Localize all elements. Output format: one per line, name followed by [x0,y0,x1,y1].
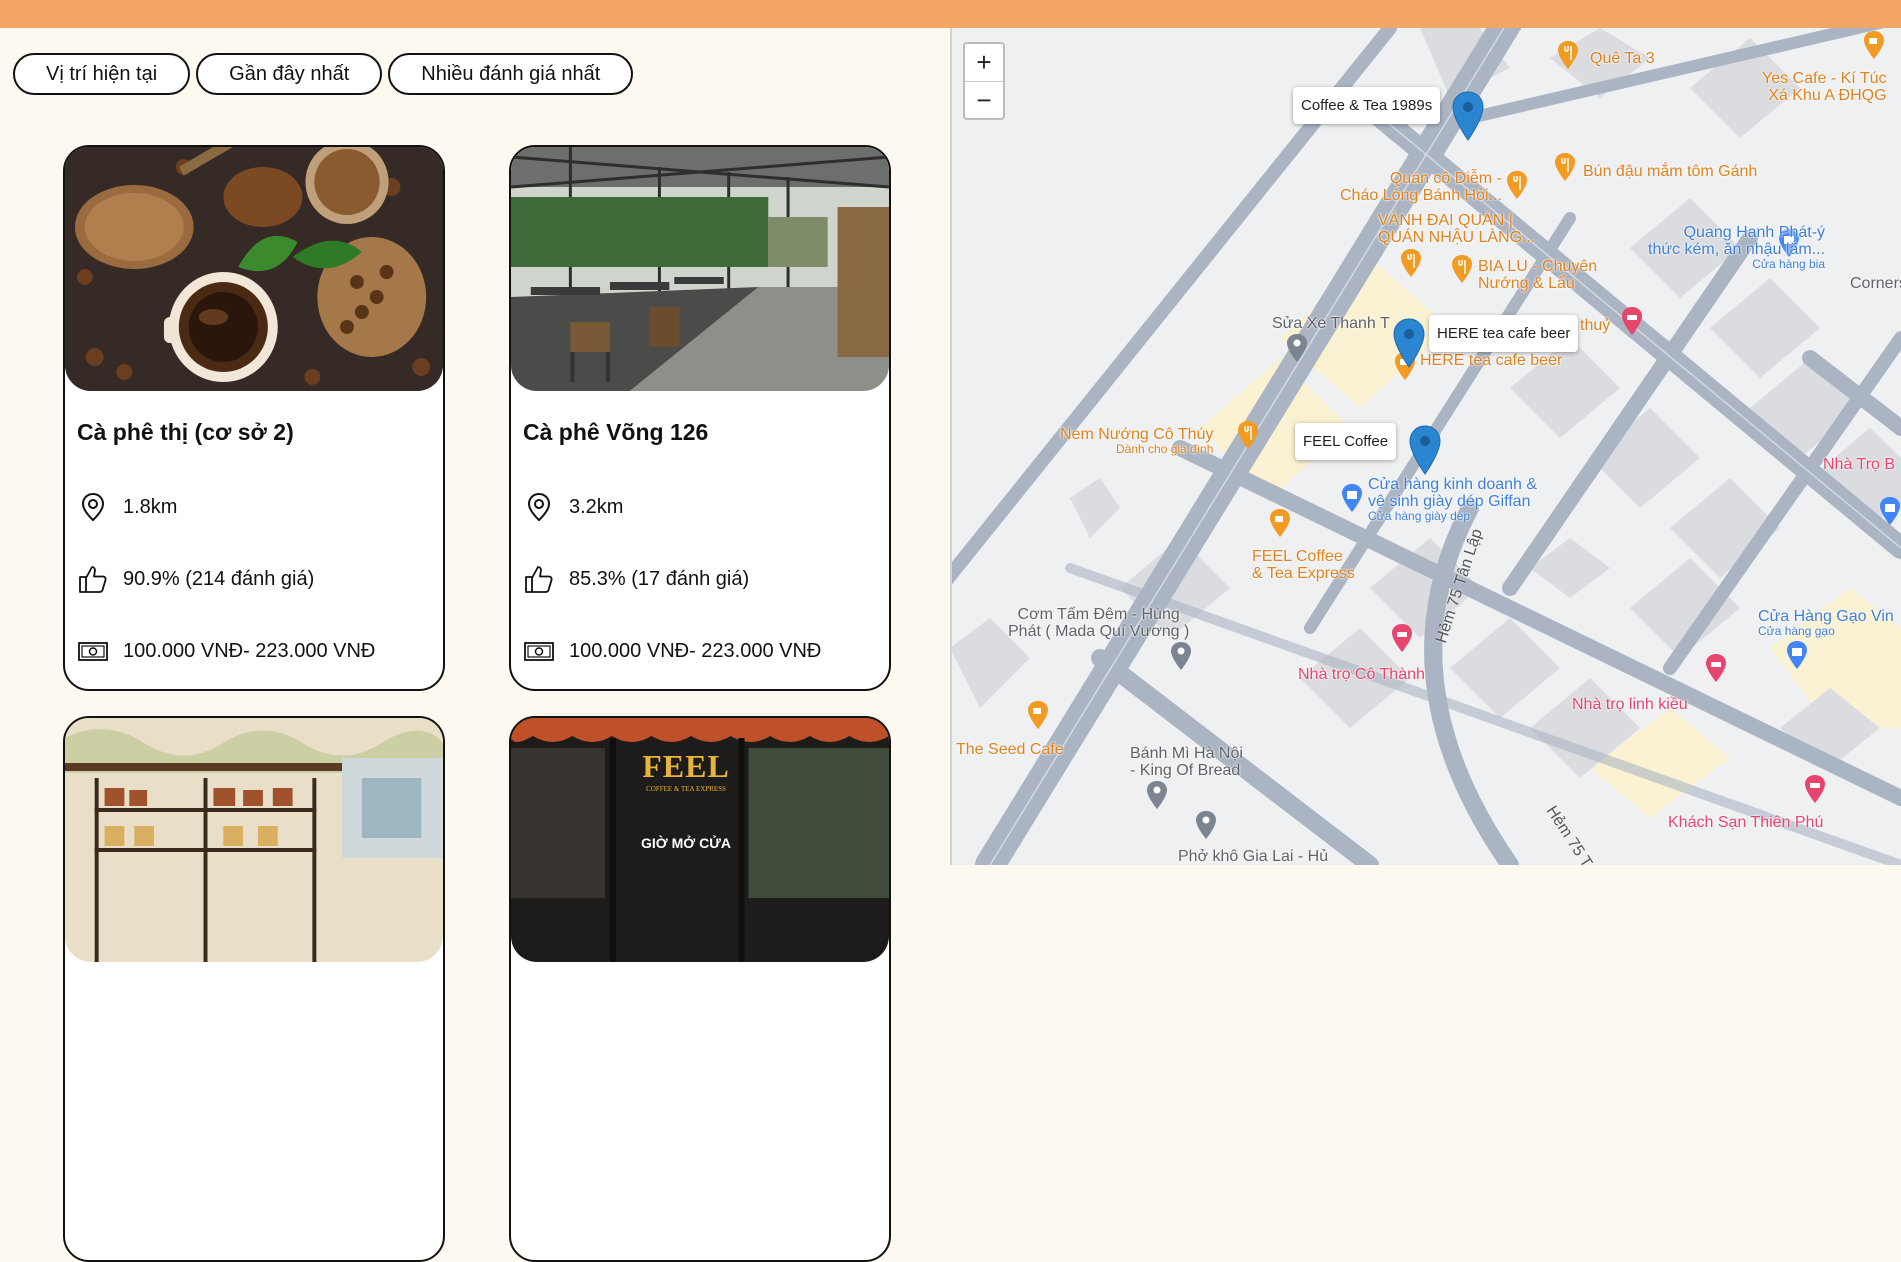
thumbs-up-icon [79,566,107,593]
poi-label[interactable]: FEEL Coffee & Tea Express [1252,548,1355,582]
zoom-in-button[interactable]: + [965,44,1003,81]
cafe-card[interactable]: FEEL COFFEE & TEA EXPRESS GIỜ MỞ CỬA [509,716,891,1262]
poi-label[interactable]: Cửa Hàng Gạo Vin Cửa hàng gạo [1758,608,1894,638]
map-marker-icon[interactable] [1408,425,1442,475]
money-icon [78,642,108,661]
price-row: 100.000 VNĐ- 223.000 VNĐ [77,635,375,667]
place-icon[interactable] [1169,641,1193,671]
rating-row: 90.9% (214 đánh giá) [77,563,314,595]
location-pin-icon [527,492,551,522]
filter-most-reviews-button[interactable]: Nhiều đánh giá nhất [388,53,634,95]
cafe-card[interactable] [63,716,445,1262]
map-marker-icon[interactable] [1451,91,1485,141]
price-text: 100.000 VNĐ- 223.000 VNĐ [569,639,822,662]
cafe-photo [511,147,889,391]
lodging-icon[interactable] [1620,306,1644,336]
place-icon[interactable] [1285,333,1309,363]
distance-text: 3.2km [569,495,624,518]
restaurant-icon[interactable] [1399,248,1423,278]
price-row: 100.000 VNĐ- 223.000 VNĐ [523,635,821,667]
poi-label[interactable]: Quang Hạnh Phát-ý thức kém, ăn nhậu lắm..… [1648,224,1825,271]
money-icon [524,642,554,661]
cafe-icon[interactable] [1862,30,1886,60]
poi-label[interactable]: Khách Sạn Thiên Phú [1668,814,1823,831]
poi-label[interactable]: BIA LU - Chuyên Nướng & Lẩu [1478,258,1597,292]
shop-icon[interactable] [1785,640,1809,670]
cafe-photo: FEEL COFFEE & TEA EXPRESS GIỜ MỞ CỬA [511,718,889,962]
map-marker-icon[interactable] [1392,318,1426,368]
filter-nearest-button[interactable]: Gần đây nhất [196,53,383,95]
poi-label[interactable]: Nhà Trọ B [1823,456,1895,473]
location-pin-icon [81,492,105,522]
restaurant-icon[interactable] [1553,152,1577,182]
restaurant-icon[interactable] [1556,40,1580,70]
cafe-photo [65,147,443,391]
lodging-icon[interactable] [1390,623,1414,653]
cafe-card[interactable]: Cà phê thị (cơ sở 2) 1.8km 90.9% (214 đá… [63,145,445,691]
marker-tooltip: FEEL Coffee [1295,423,1397,460]
lodging-icon[interactable] [1803,774,1827,804]
restaurant-icon[interactable] [1450,254,1474,284]
poi-label[interactable]: thuỷ [1580,317,1610,334]
poi-label[interactable]: The Seed Cafe [956,741,1064,758]
rating-text: 90.9% (214 đánh giá) [123,567,315,590]
filter-bar: Vị trí hiện tại Gần đây nhất Nhiều đánh … [13,53,634,95]
poi-label[interactable]: Bún đậu mắm tôm Gánh [1583,163,1757,180]
marker-tooltip: HERE tea cafe beer [1429,315,1579,352]
cafe-card[interactable]: Cà phê Võng 126 3.2km 85.3% (17 đánh giá… [509,145,891,691]
poi-label[interactable]: Nem Nướng Cô Thúy Dành cho gia đình [1060,426,1213,456]
top-bar [0,0,1901,28]
zoom-control: + − [963,42,1005,120]
zoom-out-button[interactable]: − [965,81,1003,118]
distance-text: 1.8km [123,495,178,518]
cafe-icon[interactable] [1026,700,1050,730]
poi-label[interactable]: Phở khô Gia Lai - Hủ [1178,848,1328,865]
map-view[interactable]: + − Quê Ta 3 Yes Cafe - Kí Túc Xá Khu A Đ… [950,28,1901,865]
feel-sign: FEEL COFFEE & TEA EXPRESS GIỜ MỞ CỬA [641,748,731,851]
poi-label[interactable]: Cornersto [1850,275,1901,292]
restaurant-icon[interactable] [1505,170,1529,200]
poi-label[interactable]: Cửa hàng kinh doanh & vệ sinh giày dép Gi… [1368,476,1537,523]
price-text: 100.000 VNĐ- 223.000 VNĐ [123,639,376,662]
filter-current-location-button[interactable]: Vị trí hiện tại [13,53,191,95]
place-icon[interactable] [1145,780,1169,810]
poi-label[interactable]: Nhà trọ Cô Thành [1298,666,1425,683]
poi-label[interactable]: VÀNH ĐAI QUÁN | QUÁN NHẬU LÀNG... [1378,212,1535,246]
poi-label[interactable]: HERE tea cafe beer [1420,352,1562,369]
poi-label[interactable]: Cơm Tấm Đêm - Hùng Phát ( Mada Quí Vương … [1008,606,1189,640]
cafe-name[interactable]: Cà phê Võng 126 [523,419,708,446]
poi-label[interactable]: Nhà trọ linh kiều [1572,696,1688,713]
lodging-icon[interactable] [1704,653,1728,683]
shop-icon[interactable] [1878,496,1901,526]
poi-label[interactable]: Quê Ta 3 [1590,50,1655,67]
poi-label[interactable]: Bánh Mì Hà Nội - King Of Bread [1130,745,1243,779]
poi-label[interactable]: Sửa Xe Thanh T [1272,315,1390,332]
rating-text: 85.3% (17 đánh giá) [569,567,750,590]
marker-tooltip: Coffee & Tea 1989s [1293,87,1441,124]
cafe-name[interactable]: Cà phê thị (cơ sở 2) [77,419,294,446]
distance-row: 1.8km [77,491,177,523]
poi-label[interactable]: Quán cô Diễm - Cháo Lòng Bánh Hỏi... [1340,170,1502,204]
poi-label[interactable]: Yes Cafe - Kí Túc Xá Khu A ĐHQG [1762,70,1887,104]
cafe-photo [65,718,443,962]
restaurant-icon[interactable] [1236,420,1260,450]
thumbs-up-icon [525,566,553,593]
place-icon[interactable] [1194,810,1218,840]
cafe-icon[interactable] [1268,508,1292,538]
distance-row: 3.2km [523,491,623,523]
shop-icon[interactable] [1340,483,1364,513]
rating-row: 85.3% (17 đánh giá) [523,563,749,595]
